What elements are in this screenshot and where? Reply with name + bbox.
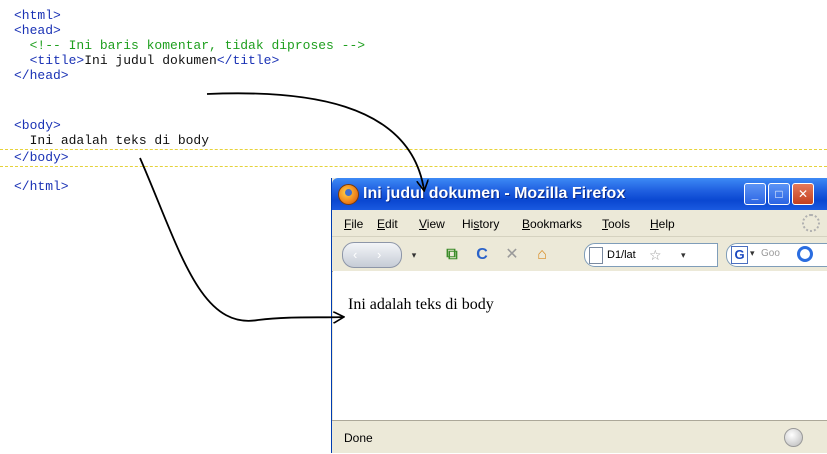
arrow-title-to-titlebar bbox=[206, 92, 424, 190]
annotation-arrows bbox=[139, 92, 827, 448]
arrow-body-to-content bbox=[139, 157, 343, 321]
